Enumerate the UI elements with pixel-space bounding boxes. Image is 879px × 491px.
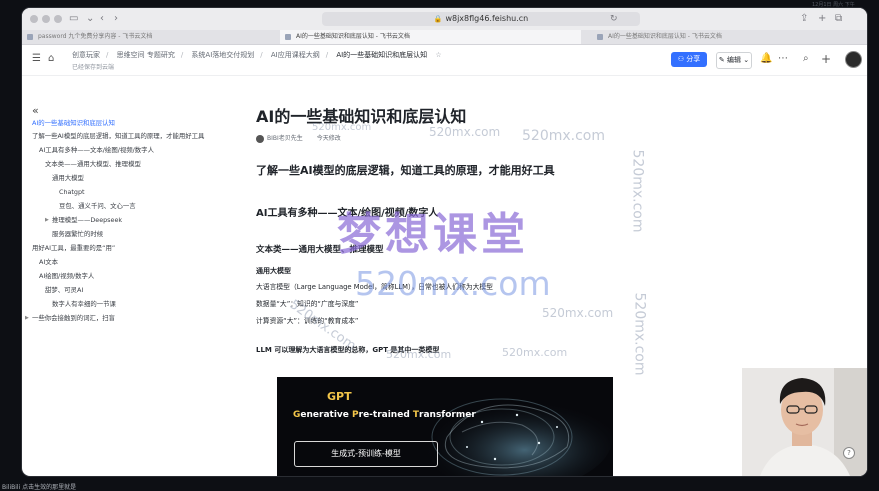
outline-item[interactable]: AI的一些基础知识和底层认知	[32, 119, 115, 127]
address-bar[interactable]: 🔒 w8jx8flg46.feishu.cn	[322, 12, 640, 26]
forward-icon[interactable]: ›	[114, 12, 118, 26]
chevron-down-icon: ⌄	[741, 56, 750, 64]
webcam-overlay	[742, 368, 867, 476]
share-button[interactable]: ⚇ 分享	[671, 52, 707, 67]
minimize-window-button[interactable]	[42, 15, 50, 23]
outline-item-label: 一些你会接触到的词汇，扫盲	[32, 314, 116, 322]
page-title[interactable]: AI的一些基础知识和底层认知	[256, 103, 466, 127]
outline-item[interactable]: 文本类——通用大模型、推理模型	[45, 160, 141, 168]
watermark-logo: 梦想课堂	[337, 209, 529, 260]
doc-meta: BIBI老贝先生 今天修改	[256, 133, 341, 143]
outline-item[interactable]: 用好AI工具，最重要的是“用”	[32, 244, 115, 252]
presenter-video	[742, 368, 867, 476]
outline-item[interactable]: 数字人有幸细的一节课	[52, 300, 116, 308]
tab-label: password 九个免费分享内容 - 飞书云文档	[38, 33, 153, 40]
menu-icon[interactable]: ☰	[32, 53, 41, 64]
breadcrumb-item[interactable]: 思维空间 专题研究	[117, 51, 175, 59]
favicon-icon	[27, 34, 33, 40]
reload-icon[interactable]: ↻	[610, 12, 618, 26]
url-text: w8jx8flg46.feishu.cn	[445, 14, 529, 23]
back-icon[interactable]: ‹	[100, 12, 104, 26]
tab-overview-icon[interactable]: ⧉	[835, 12, 842, 26]
gpt-caption-box: 生成式-预训练-模型	[294, 441, 438, 467]
outline-item[interactable]: AI文本	[39, 258, 58, 266]
author-name[interactable]: BIBI老贝先生	[267, 135, 303, 142]
paragraph-bold[interactable]: LLM 可以理解为大语言模型的总称，GPT 是其中一类模型	[256, 345, 439, 355]
breadcrumb-item[interactable]: 系统AI落地交付规划	[191, 51, 254, 59]
tab-label: AI的一些基础知识和底层认知 - 飞书云文档	[296, 33, 410, 40]
browser-toolbar: ▭ ⌄ ‹ › 🔒 w8jx8flg46.feishu.cn ↻ ⇪ + ⧉	[22, 8, 867, 31]
tab-1[interactable]: password 九个免费分享内容 - 飞书云文档	[22, 30, 296, 44]
outline-item[interactable]: AI绘图/视频/数字人	[39, 272, 94, 280]
outline-item[interactable]: 通用大模型	[52, 174, 84, 182]
outline-item-label: 推理模型——Deepseek	[52, 216, 123, 224]
breadcrumb-current[interactable]: AI的一些基础知识和底层认知	[336, 51, 427, 59]
outline-item[interactable]: 甜梦、可灵AI	[45, 286, 83, 294]
gpt-image[interactable]: GPT Generative Pre-trained Transformer 生…	[277, 377, 613, 476]
expand-arrow-icon[interactable]: ▶	[25, 314, 29, 322]
edit-label: 编辑	[727, 56, 741, 64]
expand-arrow-icon[interactable]: ▶	[45, 216, 49, 224]
breadcrumb-item[interactable]: AI应用课程大纲	[271, 51, 320, 59]
avatar[interactable]	[845, 51, 862, 68]
heading-4[interactable]: 通用大模型	[256, 266, 291, 276]
search-icon[interactable]: ⌕	[803, 53, 809, 64]
outline-item[interactable]: 服务器繁忙的时候	[52, 230, 103, 238]
modified-time: 今天修改	[316, 135, 341, 142]
tab-label: AI的一些基础知识和底层认知 - 飞书云文档	[608, 33, 722, 40]
tab-3[interactable]: AI的一些基础知识和底层认知 - 飞书云文档	[592, 30, 867, 44]
outline-item[interactable]: ▶ 推理模型——Deepseek	[45, 216, 123, 224]
close-window-button[interactable]	[30, 15, 38, 23]
collapse-outline-icon[interactable]: «	[32, 104, 39, 117]
breadcrumb: 创意玩家 / 思维空间 专题研究 / 系统AI落地交付规划 / AI应用课程大纲 / A…	[72, 51, 442, 59]
sidebar-toggle-icon[interactable]: ▭	[69, 12, 78, 26]
outline-item[interactable]: AI工具有多种——文本/绘图/视频/数字人	[39, 146, 154, 154]
tab-2[interactable]: AI的一些基础知识和底层认知 - 飞书云文档	[280, 30, 581, 44]
outline-panel: « AI的一些基础知识和底层认知 了解一些AI模型的底层逻辑，知道工具的原理，才…	[22, 76, 242, 476]
pencil-icon: ✎	[718, 56, 727, 64]
outline-item[interactable]: 豆包、通义千问、文心一言	[59, 202, 136, 210]
tab-strip: password 九个免费分享内容 - 飞书云文档 AI的一些基础知识和底层认知…	[22, 30, 867, 45]
paragraph[interactable]: 数据量“大”：知识的“广度与深度”	[256, 298, 358, 308]
bell-icon[interactable]: 🔔	[760, 53, 772, 64]
favicon-icon	[285, 34, 291, 40]
gpt-subtitle: Generative Pre-trained Transformer	[293, 410, 476, 420]
person-icon: ⚇	[677, 55, 687, 63]
help-button[interactable]: ?	[843, 447, 855, 459]
share-icon[interactable]: ⇪	[800, 12, 808, 26]
watermark-url: 520mx.com	[355, 264, 551, 303]
lock-icon: 🔒	[433, 15, 443, 23]
breadcrumb-item[interactable]: 创意玩家	[72, 51, 100, 59]
heading-1[interactable]: 了解一些AI模型的底层逻辑，知道工具的原理，才能用好工具	[256, 162, 555, 178]
home-icon[interactable]: ⌂	[48, 53, 54, 64]
outline-item[interactable]: ▶ 一些你会接触到的词汇，扫盲	[25, 314, 116, 322]
more-icon[interactable]: ⋯	[778, 53, 788, 64]
paragraph[interactable]: 计算资源“大”：训练的“教育成本”	[256, 315, 358, 325]
chevron-down-icon[interactable]: ⌄	[86, 12, 94, 26]
favicon-icon	[597, 34, 603, 40]
saved-status: 已经保存到云端	[72, 64, 115, 71]
outline-item[interactable]: 了解一些AI模型的底层逻辑，知道工具的原理，才能用好工具	[32, 132, 204, 140]
system-clock: 12月1日 周六 下午	[812, 2, 855, 8]
outline-item[interactable]: Chatgpt	[59, 188, 85, 196]
zoom-window-button[interactable]	[54, 15, 62, 23]
new-tab-icon[interactable]: +	[818, 12, 826, 26]
pin-icon[interactable]: ☆	[435, 51, 441, 59]
gpt-title: GPT	[327, 390, 352, 403]
edit-mode-button[interactable]: ✎ 编辑 ⌄	[716, 52, 752, 69]
doc-topbar: ☰ ⌂ 创意玩家 / 思维空间 专题研究 / 系统AI落地交付规划 / AI应用课程大…	[22, 45, 867, 76]
share-label: 分享	[686, 55, 701, 63]
author-avatar[interactable]	[256, 134, 264, 143]
add-icon[interactable]: +	[821, 52, 831, 66]
browser-window: ▭ ⌄ ‹ › 🔒 w8jx8flg46.feishu.cn ↻ ⇪ + ⧉ pa…	[22, 8, 867, 476]
